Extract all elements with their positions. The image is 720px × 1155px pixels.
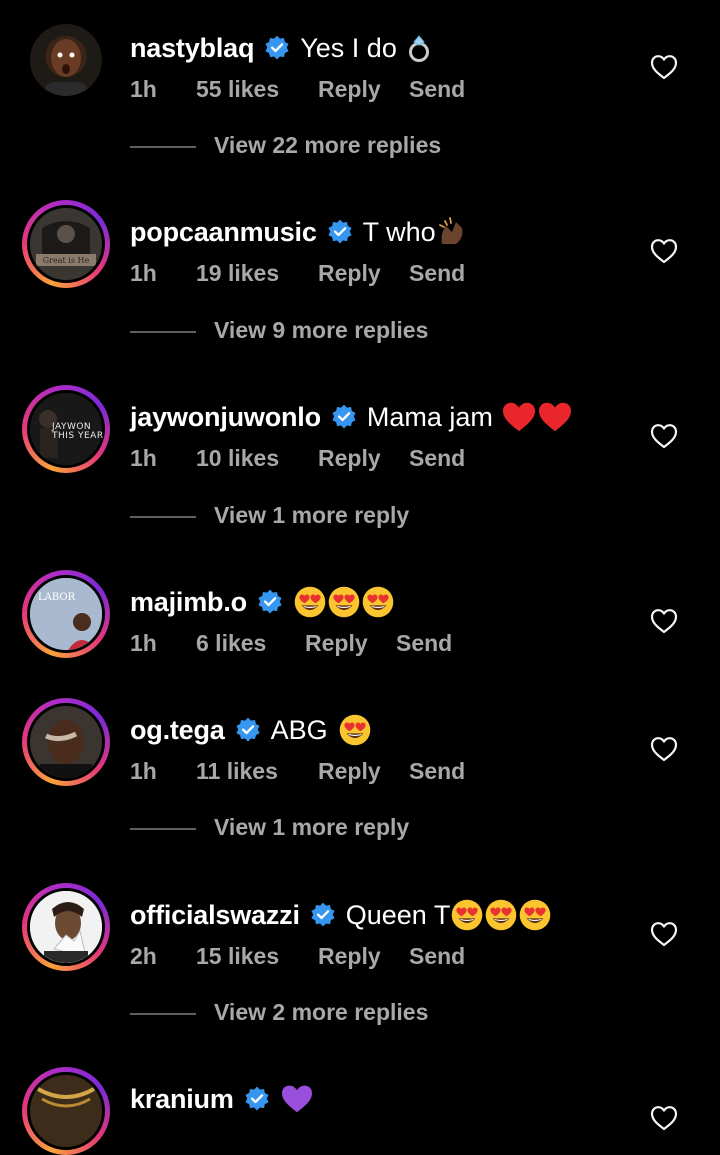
avatar[interactable]: Great is He	[22, 200, 110, 288]
send-button[interactable]: Send	[409, 260, 465, 287]
username[interactable]: majimb.o	[130, 587, 247, 618]
send-button[interactable]: Send	[409, 445, 465, 472]
avatar[interactable]	[22, 883, 110, 971]
likes-count[interactable]: 10 likes	[196, 445, 279, 472]
heart-eyes-emoji-icon	[338, 713, 372, 747]
like-heart-icon[interactable]	[650, 423, 678, 449]
divider	[130, 146, 196, 148]
red-heart-emoji-icon	[501, 401, 537, 433]
verified-badge-icon	[244, 1086, 270, 1112]
username[interactable]: kranium	[130, 1084, 234, 1115]
username[interactable]: nastyblaq	[130, 33, 254, 64]
divider	[130, 331, 196, 333]
like-heart-icon[interactable]	[650, 921, 678, 947]
avatar[interactable]	[22, 16, 110, 104]
username[interactable]: popcaanmusic	[130, 217, 317, 248]
username[interactable]: officialswazzi	[130, 900, 300, 931]
avatar-photo-icon	[30, 891, 102, 963]
verified-badge-icon	[264, 35, 290, 61]
divider	[130, 1013, 196, 1015]
avatar-caption: JAYWON THIS YEAR	[52, 422, 104, 441]
divider	[130, 828, 196, 830]
comment-text: Yes I do	[300, 32, 397, 63]
avatar-photo-icon	[44, 39, 88, 96]
heart-eyes-emoji-icon	[361, 585, 395, 619]
red-heart-emoji-icon	[537, 401, 573, 433]
send-button[interactable]: Send	[409, 76, 465, 103]
username[interactable]: og.tega	[130, 715, 225, 746]
clapping-hands-emoji-icon	[438, 217, 463, 244]
send-button[interactable]: Send	[409, 758, 465, 785]
reply-button[interactable]: Reply	[305, 630, 368, 657]
reply-button[interactable]: Reply	[318, 943, 381, 970]
heart-eyes-emoji-icon	[484, 898, 518, 932]
heart-eyes-emoji-icon	[450, 898, 484, 932]
heart-eyes-emoji-icon	[293, 585, 327, 619]
avatar[interactable]: LABOR	[22, 570, 110, 658]
verified-badge-icon	[327, 219, 353, 245]
avatar[interactable]: JAYWON THIS YEAR	[22, 385, 110, 473]
verified-badge-icon	[310, 902, 336, 928]
comment-time: 1h	[130, 758, 157, 784]
divider	[130, 516, 196, 518]
verified-badge-icon	[257, 589, 283, 615]
comment-text: Queen T	[345, 899, 451, 930]
ring-emoji-icon	[408, 35, 429, 62]
reply-button[interactable]: Reply	[318, 758, 381, 785]
verified-badge-icon	[331, 404, 357, 430]
heart-eyes-emoji-icon	[327, 585, 361, 619]
like-heart-icon[interactable]	[650, 238, 678, 264]
reply-button[interactable]: Reply	[318, 445, 381, 472]
comment-text: Mama jam	[366, 401, 493, 432]
heart-eyes-emoji-icon	[518, 898, 552, 932]
purple-heart-emoji-icon	[280, 1084, 314, 1114]
likes-count[interactable]: 55 likes	[196, 76, 279, 103]
comment-text: ABG	[270, 714, 328, 745]
likes-count[interactable]: 15 likes	[196, 943, 279, 970]
likes-count[interactable]: 6 likes	[196, 630, 266, 657]
like-heart-icon[interactable]	[650, 736, 678, 762]
reply-button[interactable]: Reply	[318, 260, 381, 287]
avatar-photo-icon	[30, 706, 102, 778]
send-button[interactable]: Send	[409, 943, 465, 970]
send-button[interactable]: Send	[396, 630, 452, 657]
comment-time: 1h	[130, 630, 157, 656]
avatar-photo-icon	[30, 578, 102, 650]
avatar-caption: LABOR	[38, 592, 76, 603]
svg-text:Great is He: Great is He	[43, 256, 90, 265]
username[interactable]: jaywonjuwonlo	[130, 402, 321, 433]
likes-count[interactable]: 19 likes	[196, 260, 279, 287]
verified-badge-icon	[235, 717, 261, 743]
avatar-photo-icon	[30, 1075, 102, 1147]
comment-time: 2h	[130, 943, 157, 969]
likes-count[interactable]: 11 likes	[196, 758, 278, 785]
comment-time: 1h	[130, 76, 157, 102]
avatar[interactable]	[22, 1067, 110, 1155]
like-heart-icon[interactable]	[650, 1105, 678, 1131]
comment-time: 1h	[130, 260, 157, 286]
avatar[interactable]	[22, 698, 110, 786]
avatar-photo-icon: Great is He	[30, 208, 102, 280]
like-heart-icon[interactable]	[650, 608, 678, 634]
like-heart-icon[interactable]	[650, 54, 678, 80]
comment-time: 1h	[130, 445, 157, 471]
comment-text: T who	[362, 216, 436, 247]
reply-button[interactable]: Reply	[318, 76, 381, 103]
